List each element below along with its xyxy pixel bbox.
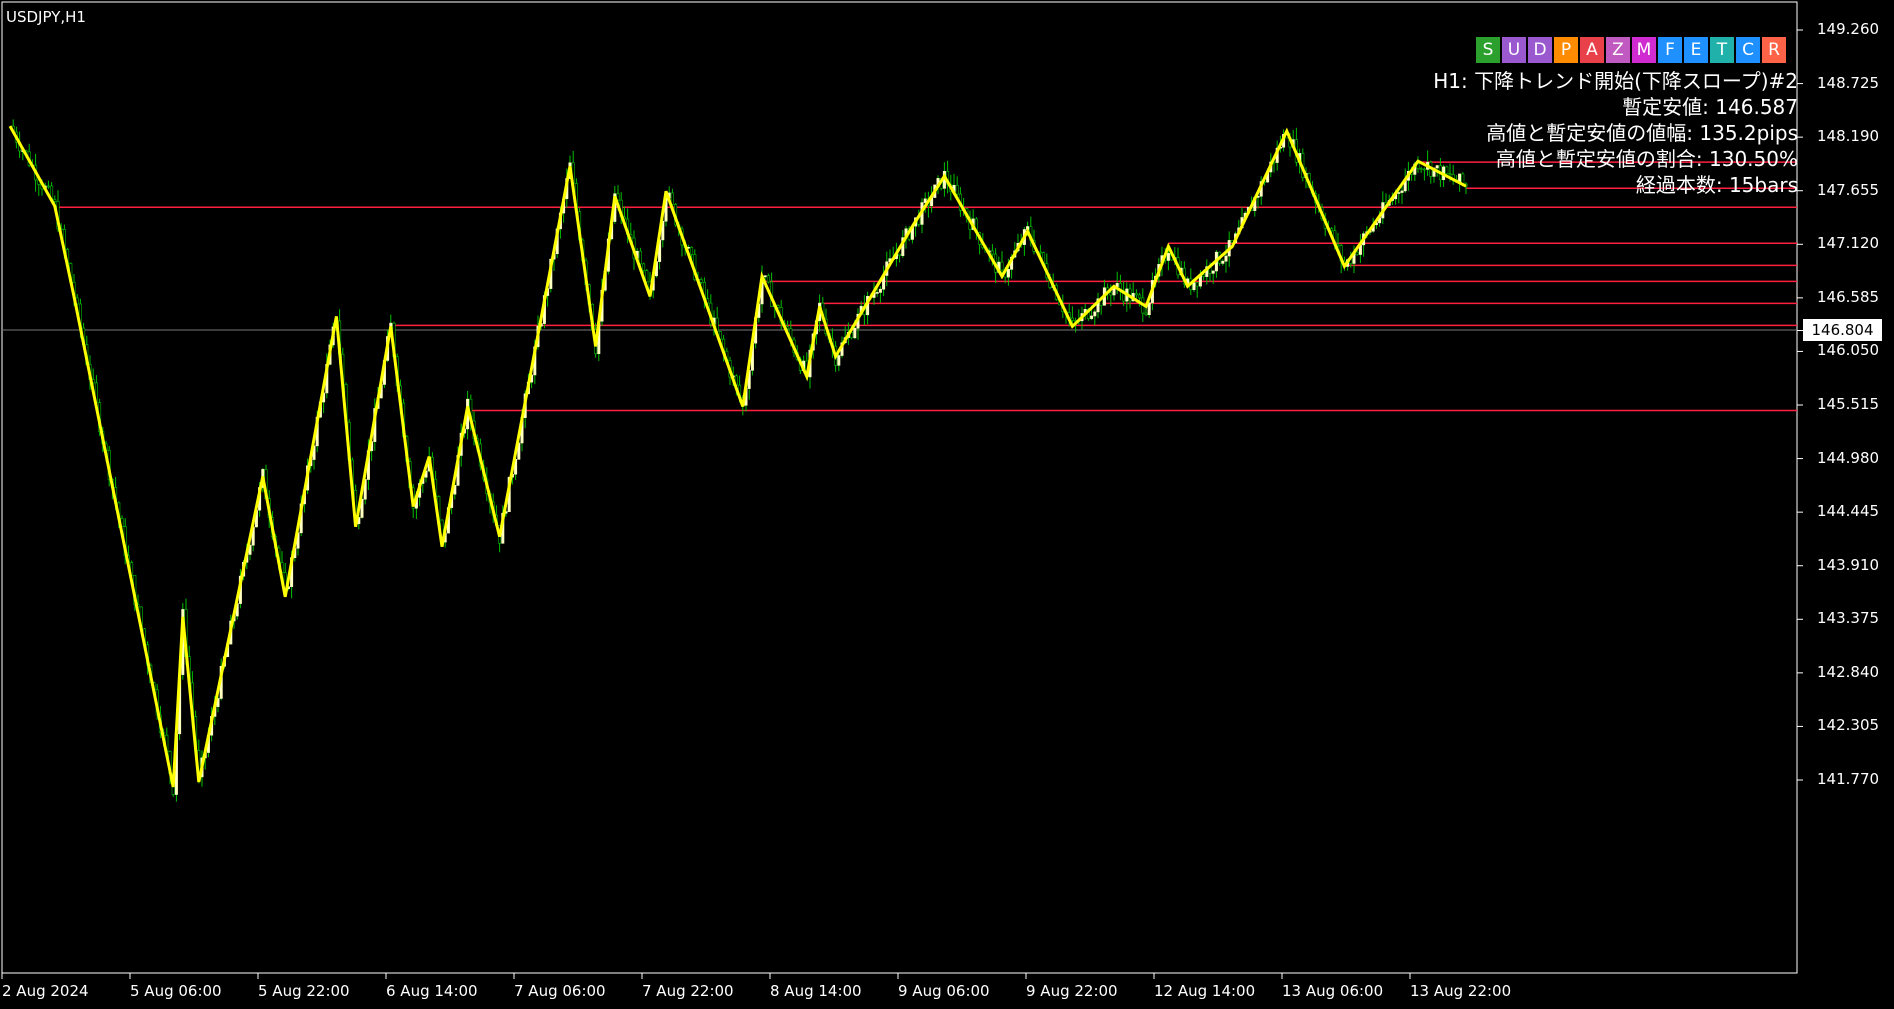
- time-tick-label: 5 Aug 22:00: [258, 982, 350, 1000]
- zigzag-line: [8, 125, 1467, 788]
- price-tick-label: 143.375: [1817, 609, 1880, 628]
- price-tick-label: 148.190: [1817, 127, 1880, 146]
- indicator-button-a[interactable]: A: [1580, 37, 1604, 63]
- candle-body: [1090, 315, 1094, 319]
- info-elapsed-bars: 経過本数: 15bars: [1635, 173, 1798, 197]
- candle-body: [1093, 311, 1097, 317]
- indicator-button-u[interactable]: U: [1502, 37, 1526, 63]
- candle-body: [878, 288, 882, 293]
- time-axis-ticks: [1, 973, 1411, 979]
- candle-body: [1211, 270, 1215, 274]
- candle-body: [1192, 282, 1196, 291]
- candle-body: [642, 263, 646, 271]
- time-tick-label: 6 Aug 14:00: [386, 982, 478, 1000]
- candle-body: [1109, 292, 1113, 296]
- candle-body: [645, 270, 649, 283]
- price-tick-label: 146.050: [1817, 341, 1880, 360]
- chart-window[interactable]: USDJPY,H1 149.260 148.725 148.190 147.655 14…: [0, 0, 1894, 1009]
- time-tick-label: 7 Aug 22:00: [642, 982, 734, 1000]
- indicator-button-m[interactable]: M: [1632, 37, 1656, 63]
- indicator-button-t[interactable]: T: [1710, 37, 1734, 63]
- indicator-button-s[interactable]: S: [1476, 37, 1500, 63]
- candle-body: [763, 275, 767, 278]
- time-tick-label: 9 Aug 06:00: [898, 982, 990, 1000]
- candle-body: [990, 250, 994, 255]
- candle-body: [853, 327, 857, 339]
- candle-body: [766, 275, 770, 283]
- candle-body: [690, 246, 694, 255]
- indicator-button-r[interactable]: R: [1762, 37, 1786, 63]
- indicator-button-e[interactable]: E: [1684, 37, 1708, 63]
- info-trend-status: H1: 下降トレンド開始(下降スロープ)#2: [1433, 69, 1798, 93]
- price-tick-label: 142.305: [1817, 716, 1880, 735]
- time-tick-label: 5 Aug 06:00: [130, 982, 222, 1000]
- candle-body: [1195, 282, 1199, 287]
- candle-body: [1138, 294, 1142, 299]
- info-provisional-low: 暫定安値: 146.587: [1622, 95, 1798, 119]
- time-tick-label: 2 Aug 2024: [2, 982, 89, 1000]
- candle-body: [1422, 168, 1426, 171]
- candle-body: [1397, 192, 1401, 194]
- info-panel: H1: 下降トレンド開始(下降スロープ)#2 暫定安値: 146.587 高値と…: [1433, 68, 1798, 198]
- price-tick-label: 144.445: [1817, 502, 1880, 521]
- candle-body: [1224, 255, 1228, 262]
- price-tick-label: 143.910: [1817, 555, 1880, 574]
- candles: [11, 119, 1468, 802]
- price-tick-label: 147.120: [1817, 234, 1880, 253]
- candle-body: [1355, 251, 1359, 255]
- price-tick-label: 146.585: [1817, 287, 1880, 306]
- time-tick-label: 9 Aug 22:00: [1026, 982, 1118, 1000]
- candle-body: [699, 279, 703, 283]
- candle-body: [53, 199, 57, 202]
- time-tick-label: 8 Aug 14:00: [770, 982, 862, 1000]
- candle-body: [955, 185, 959, 195]
- candle-body: [1221, 260, 1225, 264]
- candle-body: [1070, 317, 1074, 321]
- info-range-pips: 高値と暫定安値の値幅: 135.2pips: [1486, 121, 1798, 145]
- indicator-button-c[interactable]: C: [1736, 37, 1760, 63]
- time-tick-label: 13 Aug 22:00: [1410, 982, 1512, 1000]
- price-tick-label: 144.980: [1817, 448, 1880, 467]
- candle-body: [1166, 253, 1170, 261]
- info-ratio: 高値と暫定安値の割合: 130.50%: [1495, 147, 1798, 171]
- candle-body: [1202, 274, 1206, 277]
- indicator-button-f[interactable]: F: [1658, 37, 1682, 63]
- candle-body: [1144, 312, 1148, 316]
- time-tick-label: 13 Aug 06:00: [1282, 982, 1384, 1000]
- time-tick-label: 12 Aug 14:00: [1154, 982, 1256, 1000]
- price-tick-label: 142.840: [1817, 662, 1880, 681]
- candle-body: [1419, 168, 1423, 170]
- candle-body: [1000, 261, 1004, 271]
- indicator-button-bar: SUDPAZMFETCR: [1476, 37, 1788, 63]
- indicator-button-p[interactable]: P: [1554, 37, 1578, 63]
- candle-body: [46, 185, 50, 188]
- candle-body: [1038, 251, 1042, 254]
- candle-body: [638, 250, 642, 265]
- price-tick-label: 149.260: [1817, 20, 1880, 38]
- candle-body: [1006, 269, 1010, 278]
- symbol-title: USDJPY,H1: [6, 8, 86, 26]
- current-price-tag: 146.804: [1803, 319, 1882, 341]
- candle-body: [923, 198, 927, 203]
- candle-body: [1134, 293, 1138, 296]
- time-tick-label: 7 Aug 06:00: [514, 982, 606, 1000]
- candle-body: [1147, 302, 1151, 316]
- price-tick-label: 147.655: [1817, 180, 1880, 199]
- price-tick-label: 145.515: [1817, 395, 1880, 413]
- candle-body: [898, 253, 902, 256]
- candle-body: [837, 355, 841, 366]
- indicator-button-z[interactable]: Z: [1606, 37, 1630, 63]
- price-tick-label: 141.770: [1817, 770, 1880, 788]
- candle-body: [875, 292, 879, 294]
- indicator-button-d[interactable]: D: [1528, 37, 1552, 63]
- candle-body: [1400, 190, 1404, 193]
- price-tick-label: 148.725: [1817, 73, 1880, 92]
